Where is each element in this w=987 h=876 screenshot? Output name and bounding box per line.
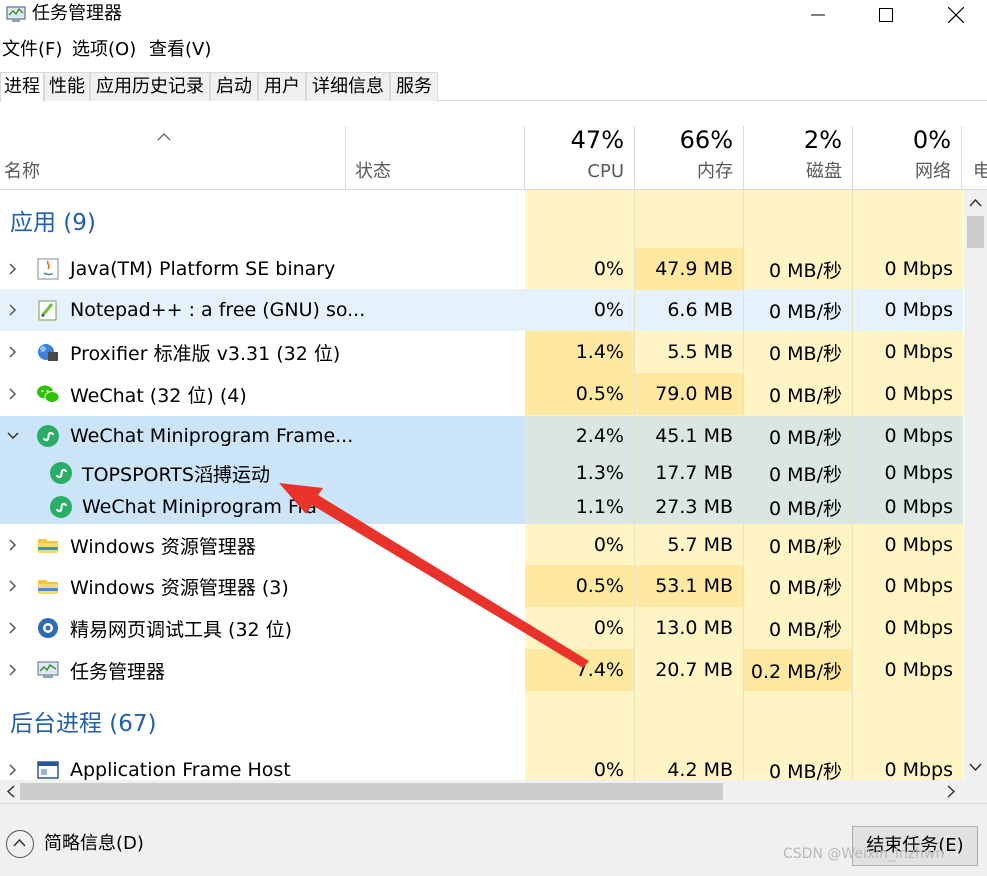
red-arrow-annotation <box>279 483 589 668</box>
